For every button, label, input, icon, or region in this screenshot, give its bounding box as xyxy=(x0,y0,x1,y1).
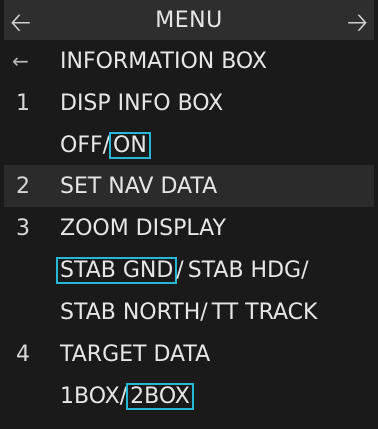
menu-item-label: TARGET DATA xyxy=(60,341,211,367)
back-row-label: INFORMATION BOX xyxy=(60,48,267,74)
back-row[interactable]: ← INFORMATION BOX xyxy=(4,40,374,82)
menu-item-target-data[interactable]: 4 TARGET DATA xyxy=(4,333,374,375)
option-stab-hdg[interactable]: STAB HDG xyxy=(188,258,301,283)
option-separator: / xyxy=(301,257,309,283)
option-off[interactable]: OFF xyxy=(60,133,103,158)
menu-item-label: SET NAV DATA xyxy=(60,173,218,199)
option-row-zoom-display-1: STAB GND / STAB HDG/ xyxy=(4,249,374,291)
option-row-disp-info-box: OFF/ON xyxy=(4,124,374,166)
option-stab-gnd-selected[interactable]: STAB GND xyxy=(55,256,178,284)
back-arrow-icon: ← xyxy=(12,49,29,73)
option-row-target-data: 1BOX/2BOX xyxy=(4,375,374,417)
menu-header: 🡠 MENU 🡢 xyxy=(4,0,374,40)
menu-item-disp-info-box[interactable]: 1 DISP INFO BOX xyxy=(4,82,374,124)
option-separator: / xyxy=(102,132,111,158)
option-row-zoom-display-2: STAB NORTH/TT TRACK xyxy=(4,291,374,333)
option-group: OFF/ON xyxy=(60,131,151,159)
menu-item-number: 4 xyxy=(16,341,30,367)
menu-item-number: 2 xyxy=(16,173,30,199)
option-separator: / xyxy=(176,257,184,283)
menu-item-number: 1 xyxy=(16,90,30,116)
menu-item-number: 3 xyxy=(16,215,30,241)
option-separator: / xyxy=(119,383,128,409)
option-separator: / xyxy=(200,299,208,325)
option-tt-track[interactable]: TT TRACK xyxy=(212,300,318,325)
option-group: STAB NORTH/TT TRACK xyxy=(60,300,317,325)
option-group: 1BOX/2BOX xyxy=(60,382,194,410)
option-2box-selected[interactable]: 2BOX xyxy=(126,382,194,410)
menu-item-label: ZOOM DISPLAY xyxy=(60,215,226,241)
option-1box[interactable]: 1BOX xyxy=(60,384,120,409)
menu-title: MENU xyxy=(155,7,223,33)
menu-panel: 🡠 MENU 🡢 ← INFORMATION BOX 1 DISP INFO B… xyxy=(0,0,378,429)
option-on-selected[interactable]: ON xyxy=(109,131,151,159)
menu-item-zoom-display[interactable]: 3 ZOOM DISPLAY xyxy=(4,207,374,249)
option-stab-north[interactable]: STAB NORTH xyxy=(60,300,200,325)
menu-item-label: DISP INFO BOX xyxy=(60,90,224,116)
option-group: STAB GND / STAB HDG/ xyxy=(55,256,309,284)
menu-item-set-nav-data[interactable]: 2 SET NAV DATA xyxy=(4,165,374,207)
